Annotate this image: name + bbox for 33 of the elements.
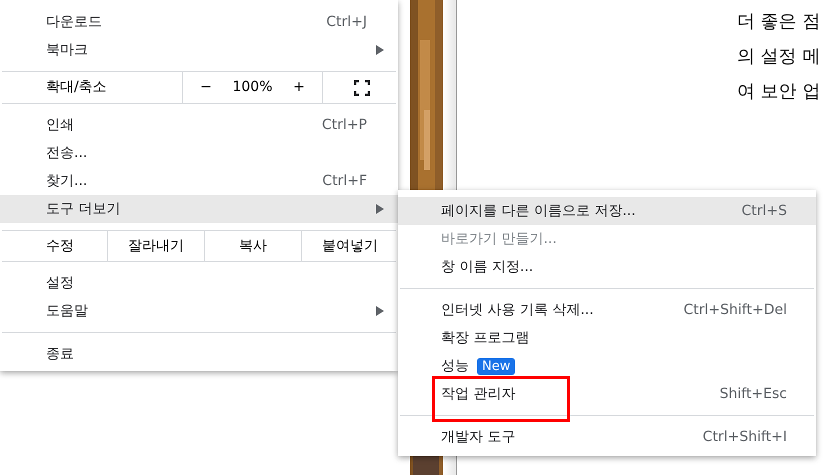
menu-item[interactable]: 다운로드 Ctrl+J [0,8,398,36]
shortcut-label: Ctrl+Shift+Del [684,300,787,320]
menu-item[interactable]: 전송... [0,139,398,167]
menu-item[interactable]: 도움말 [0,297,398,325]
menu-item[interactable]: 북마크 [0,36,398,64]
menu-item[interactable]: 성능 New [398,352,816,380]
body-text: 더 좋은 점 [737,10,822,34]
zoom-out-button[interactable]: − [183,77,229,98]
shortcut-label: Ctrl+P [322,116,367,134]
menu-item[interactable]: 종료 [0,340,398,368]
menu-item[interactable]: 창 이름 지정... [398,253,816,281]
shortcut-label: Ctrl+Shift+I [702,428,787,446]
menu-item[interactable]: 찾기... Ctrl+F [0,167,398,195]
zoom-value: 100% [231,78,274,97]
menu-label: 확대/축소 [45,78,108,97]
menu-item[interactable]: 인터넷 사용 기록 삭제... Ctrl+Shift+Del [398,296,816,324]
menu-item[interactable]: 페이지를 다른 이름으로 저장... Ctrl+S [398,197,816,225]
menu-item[interactable]: 개발자 도구 Ctrl+Shift+I [398,423,816,451]
shortcut-label: Ctrl+S [741,202,787,220]
shortcut-label: Ctrl+J [326,12,367,32]
menu-item[interactable]: 작업 관리자 Shift+Esc [398,380,816,408]
fullscreen-icon[interactable] [354,80,370,96]
new-badge: New [477,358,516,374]
menu-item[interactable]: 설정 [0,269,398,297]
shortcut-label: Ctrl+F [322,172,367,190]
body-text: 의 설정 메 [737,45,822,69]
menu-item[interactable]: 도구 더보기 [0,195,398,223]
body-text: 여 보안 업 [737,80,822,104]
zoom-in-button[interactable]: + [276,77,322,98]
menu-item[interactable]: 인쇄 Ctrl+P [0,111,398,139]
shortcut-label: Shift+Esc [720,384,787,404]
menu-label: 수정 [45,236,75,256]
menu-item[interactable]: 확장 프로그램 [398,324,816,352]
